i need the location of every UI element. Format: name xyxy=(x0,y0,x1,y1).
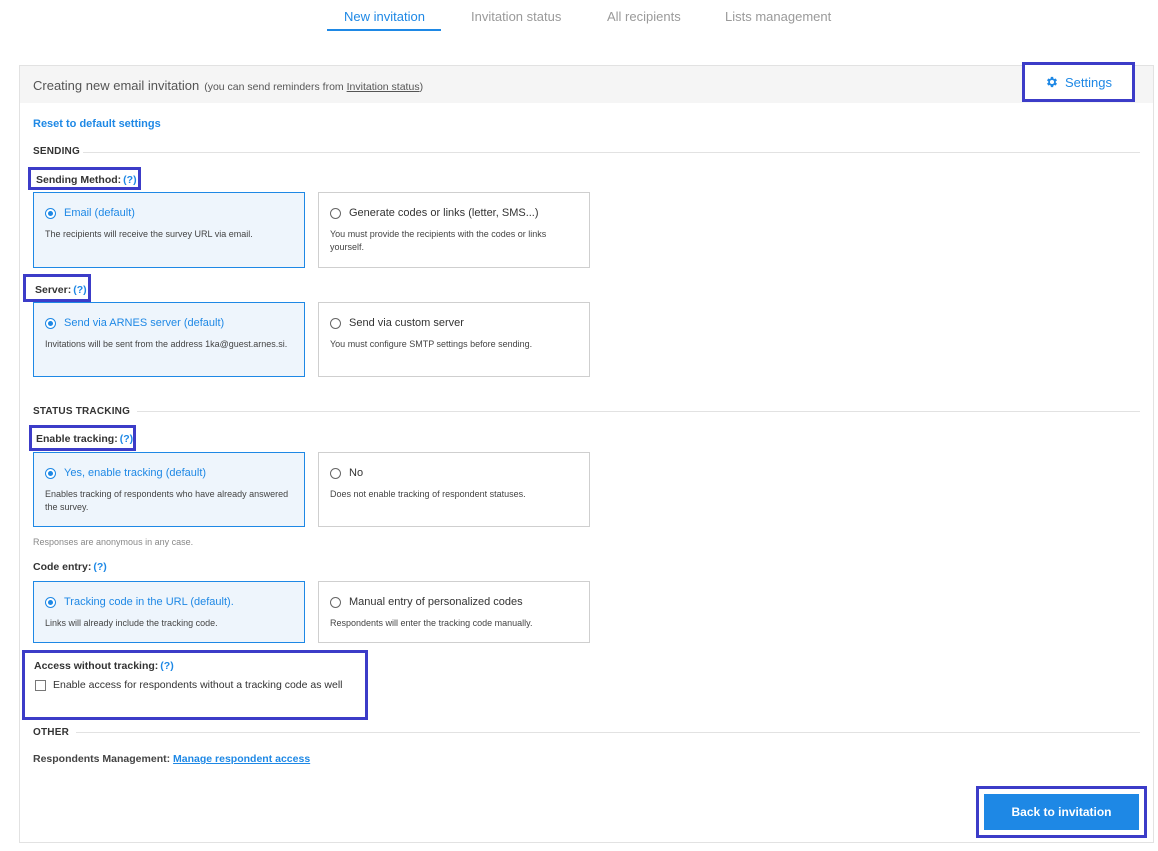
option-custom-server-title: Send via custom server xyxy=(349,317,464,329)
enable-tracking-help[interactable]: (?) xyxy=(120,433,133,445)
option-enable-tracking-no[interactable]: No Does not enable tracking of responden… xyxy=(318,452,590,527)
tab-new-invitation[interactable]: New invitation xyxy=(344,9,425,24)
code-entry-label: Code entry: (?) xyxy=(33,561,107,573)
server-help[interactable]: (?) xyxy=(73,284,86,296)
radio-generate-codes[interactable] xyxy=(330,208,341,219)
option-generate-codes[interactable]: Generate codes or links (letter, SMS...)… xyxy=(318,192,590,268)
option-arnes-server[interactable]: Send via ARNES server (default) Invitati… xyxy=(33,302,305,377)
section-divider xyxy=(137,411,1140,412)
server-label: Server: (?) xyxy=(23,274,91,302)
panel-header: Creating new email invitation (you can se… xyxy=(20,62,1153,103)
access-without-tracking-box: Access without tracking: (?) Enable acces… xyxy=(22,650,368,720)
section-divider xyxy=(83,152,1140,153)
option-code-in-url-title: Tracking code in the URL (default). xyxy=(64,596,234,608)
option-custom-server-desc: You must configure SMTP settings before … xyxy=(330,339,533,349)
radio-code-in-url[interactable] xyxy=(45,597,56,608)
option-arnes-server-desc: Invitations will be sent from the addres… xyxy=(45,339,288,349)
settings-button[interactable]: Settings xyxy=(1022,62,1135,102)
option-manual-codes[interactable]: Manual entry of personalized codes Respo… xyxy=(318,581,590,643)
access-without-tracking-checkbox[interactable] xyxy=(35,680,46,691)
header-note: (you can send reminders from Invitation … xyxy=(204,81,423,93)
back-button-highlight: Back to invitation xyxy=(976,786,1147,838)
radio-manual-codes[interactable] xyxy=(330,597,341,608)
manage-respondent-access-link[interactable]: Manage respondent access xyxy=(173,753,310,765)
option-generate-codes-title: Generate codes or links (letter, SMS...) xyxy=(349,207,539,219)
option-code-in-url[interactable]: Tracking code in the URL (default). Link… xyxy=(33,581,305,643)
enable-tracking-label: Enable tracking: (?) xyxy=(29,425,136,451)
invitation-status-link[interactable]: Invitation status xyxy=(347,81,420,93)
server-label-text: Server: xyxy=(35,284,72,296)
top-tabs: New invitation Invitation status All rec… xyxy=(0,0,1158,32)
section-status-tracking-title: STATUS TRACKING xyxy=(33,406,131,417)
settings-label: Settings xyxy=(1065,74,1112,90)
option-tracking-no-title: No xyxy=(349,467,364,479)
section-divider xyxy=(76,732,1140,733)
respondents-management-label: Respondents Management: xyxy=(33,753,171,765)
radio-arnes-server[interactable] xyxy=(45,318,56,329)
option-email[interactable]: Email (default) The recipients will rece… xyxy=(33,192,305,268)
sending-method-label: Sending Method: (?) xyxy=(28,167,141,190)
option-enable-tracking-yes[interactable]: Yes, enable tracking (default) Enables t… xyxy=(33,452,305,527)
option-tracking-no-desc: Does not enable tracking of respondent s… xyxy=(330,489,526,499)
back-to-invitation-button[interactable]: Back to invitation xyxy=(984,794,1139,830)
header-note-suffix: ) xyxy=(419,81,424,93)
tab-lists-management[interactable]: Lists management xyxy=(725,9,831,24)
option-manual-codes-title: Manual entry of personalized codes xyxy=(349,596,523,608)
radio-tracking-yes[interactable] xyxy=(45,468,56,479)
code-entry-help[interactable]: (?) xyxy=(93,561,106,573)
access-checkbox-label[interactable]: Enable access for respondents without a … xyxy=(53,679,343,691)
option-generate-codes-desc: You must provide the recipients with the… xyxy=(330,229,547,252)
section-other-title: OTHER xyxy=(33,727,69,738)
gear-icon xyxy=(1047,76,1057,88)
anonymous-note: Responses are anonymous in any case. xyxy=(33,537,194,547)
sending-method-label-text: Sending Method: xyxy=(36,174,122,186)
active-tab-underline xyxy=(327,29,441,31)
option-tracking-yes-desc: Enables tracking of respondents who have… xyxy=(45,489,289,512)
option-custom-server[interactable]: Send via custom server You must configur… xyxy=(318,302,590,377)
sending-method-help[interactable]: (?) xyxy=(123,174,136,186)
option-manual-codes-desc: Respondents will enter the tracking code… xyxy=(330,618,533,628)
option-arnes-server-title: Send via ARNES server (default) xyxy=(64,317,225,329)
enable-tracking-label-text: Enable tracking: xyxy=(36,433,118,445)
option-code-in-url-desc: Links will already include the tracking … xyxy=(45,618,218,628)
option-email-title: Email (default) xyxy=(64,207,135,219)
tab-invitation-status[interactable]: Invitation status xyxy=(471,9,561,24)
radio-tracking-no[interactable] xyxy=(330,468,341,479)
radio-email[interactable] xyxy=(45,208,56,219)
panel-title: Creating new email invitation (you can se… xyxy=(33,78,423,93)
invitation-settings-panel: Creating new email invitation (you can se… xyxy=(19,62,1154,843)
tab-all-recipients[interactable]: All recipients xyxy=(607,9,681,24)
access-label-text: Access without tracking: xyxy=(34,660,159,672)
option-email-desc: The recipients will receive the survey U… xyxy=(45,229,253,239)
reset-default-link[interactable]: Reset to default settings xyxy=(33,118,161,130)
code-entry-label-text: Code entry: xyxy=(33,561,92,573)
radio-custom-server[interactable] xyxy=(330,318,341,329)
option-tracking-yes-title: Yes, enable tracking (default) xyxy=(64,467,207,479)
header-note-prefix: (you can send reminders from xyxy=(204,81,347,93)
panel-title-text: Creating new email invitation xyxy=(33,78,200,93)
access-help[interactable]: (?) xyxy=(160,660,173,672)
access-without-tracking-label: Access without tracking: (?) xyxy=(34,660,174,672)
respondents-management: Respondents Management: Manage responden… xyxy=(33,753,310,765)
section-sending-title: SENDING xyxy=(33,146,80,157)
